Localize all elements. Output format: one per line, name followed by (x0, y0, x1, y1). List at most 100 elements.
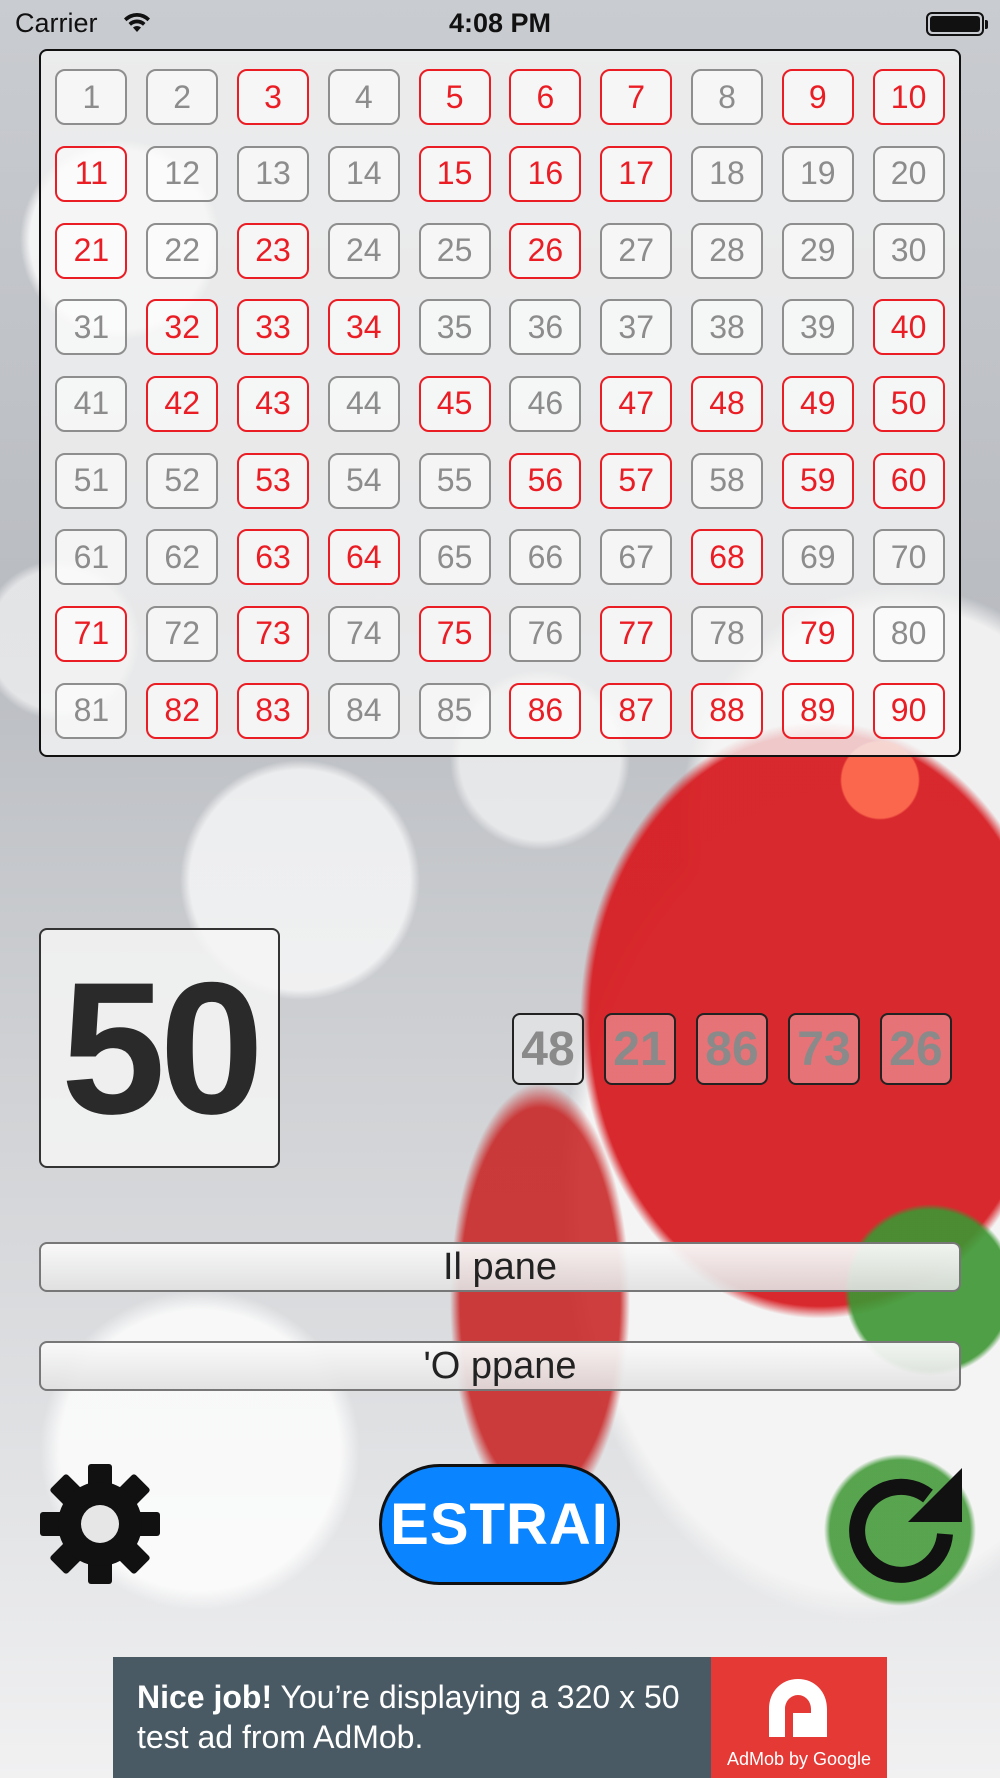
board-slot: 90 (863, 672, 954, 749)
board-cell: 63 (236, 529, 309, 586)
board-cell: 54 (327, 452, 400, 509)
board-cell: 33 (236, 299, 309, 356)
board-cell: 55 (418, 452, 491, 509)
board-cell: 83 (236, 682, 309, 739)
board-cell: 29 (781, 222, 854, 279)
board-slot: 5 (409, 59, 500, 136)
board-cell: 50 (872, 375, 945, 432)
board-slot: 88 (682, 672, 773, 749)
board-cell: 70 (872, 529, 945, 586)
board-cell: 31 (55, 299, 128, 356)
board-cell: 46 (509, 375, 582, 432)
board-slot: 6 (500, 59, 591, 136)
board-slot: 44 (318, 366, 409, 443)
board-slot: 67 (591, 519, 682, 596)
board-cell: 53 (236, 452, 309, 509)
board-slot: 55 (409, 442, 500, 519)
board-cell: 86 (509, 682, 582, 739)
board-slot: 49 (772, 366, 863, 443)
board-slot: 74 (318, 596, 409, 673)
recent-number: 48 (512, 1013, 584, 1085)
board-cell: 34 (327, 299, 400, 356)
board-cell: 90 (872, 682, 945, 739)
board-cell: 13 (236, 145, 309, 202)
board-slot: 7 (591, 59, 682, 136)
board-cell: 12 (146, 145, 219, 202)
board-cell: 78 (690, 605, 763, 662)
board-slot: 20 (863, 136, 954, 213)
board-slot: 15 (409, 136, 500, 213)
board-cell: 58 (690, 452, 763, 509)
board-cell: 65 (418, 529, 491, 586)
board-cell: 16 (509, 145, 582, 202)
board-slot: 13 (228, 136, 319, 213)
admob-logo: AdMob by Google (711, 1657, 887, 1778)
board-cell: 76 (509, 605, 582, 662)
recent-number: 86 (696, 1013, 768, 1085)
board-cell: 17 (600, 145, 673, 202)
board-cell: 81 (55, 682, 128, 739)
board-cell: 72 (146, 605, 219, 662)
board-slot: 31 (46, 289, 137, 366)
status-bar: Carrier 4:08 PM (0, 0, 1000, 46)
board-slot: 83 (228, 672, 319, 749)
board-cell: 56 (509, 452, 582, 509)
number-board: 1 2 3 4 5 6 7 8 9 10 11 12 13 14 15 16 17 18 19 20 21 22 23 24 2… (39, 49, 961, 757)
board-cell: 71 (55, 605, 128, 662)
board-slot: 47 (591, 366, 682, 443)
board-cell: 14 (327, 145, 400, 202)
board-cell: 28 (690, 222, 763, 279)
board-cell: 62 (146, 529, 219, 586)
board-cell: 88 (690, 682, 763, 739)
board-slot: 60 (863, 442, 954, 519)
ad-banner[interactable]: Nice job! You’re displaying a 320 x 50 t… (113, 1657, 887, 1778)
board-slot: 11 (46, 136, 137, 213)
board-cell: 57 (600, 452, 673, 509)
board-cell: 15 (418, 145, 491, 202)
board-slot: 10 (863, 59, 954, 136)
restart-icon (849, 1468, 962, 1583)
board-cell: 68 (690, 529, 763, 586)
restart-button[interactable] (840, 1464, 965, 1589)
board-slot: 80 (863, 596, 954, 673)
board-cell: 4 (327, 69, 400, 126)
board-slot: 81 (46, 672, 137, 749)
board-cell: 22 (146, 222, 219, 279)
meaning-italian: Il pane (39, 1242, 961, 1292)
board-slot: 26 (500, 212, 591, 289)
board-cell: 9 (781, 69, 854, 126)
meaning-neapolitan: 'O ppane (39, 1341, 961, 1391)
board-cell: 1 (55, 69, 128, 126)
board-cell: 47 (600, 375, 673, 432)
recent-number: 21 (604, 1013, 676, 1085)
board-cell: 43 (236, 375, 309, 432)
board-slot: 78 (682, 596, 773, 673)
board-cell: 51 (55, 452, 128, 509)
board-cell: 21 (55, 222, 128, 279)
board-slot: 89 (772, 672, 863, 749)
board-slot: 50 (863, 366, 954, 443)
board-cell: 77 (600, 605, 673, 662)
board-slot: 65 (409, 519, 500, 596)
board-slot: 27 (591, 212, 682, 289)
board-cell: 30 (872, 222, 945, 279)
board-cell: 52 (146, 452, 219, 509)
board-cell: 39 (781, 299, 854, 356)
board-slot: 62 (137, 519, 228, 596)
board-cell: 82 (146, 682, 219, 739)
board-slot: 63 (228, 519, 319, 596)
battery-icon (926, 12, 988, 36)
board-cell: 45 (418, 375, 491, 432)
board-cell: 44 (327, 375, 400, 432)
board-slot: 76 (500, 596, 591, 673)
board-cell: 74 (327, 605, 400, 662)
board-slot: 87 (591, 672, 682, 749)
board-slot: 32 (137, 289, 228, 366)
board-slot: 70 (863, 519, 954, 596)
board-cell: 23 (236, 222, 309, 279)
board-cell: 11 (55, 145, 128, 202)
settings-button[interactable] (40, 1464, 160, 1584)
admob-logo-text: AdMob by Google (726, 1749, 872, 1769)
draw-button[interactable]: ESTRAI (379, 1464, 620, 1585)
board-slot: 23 (228, 212, 319, 289)
